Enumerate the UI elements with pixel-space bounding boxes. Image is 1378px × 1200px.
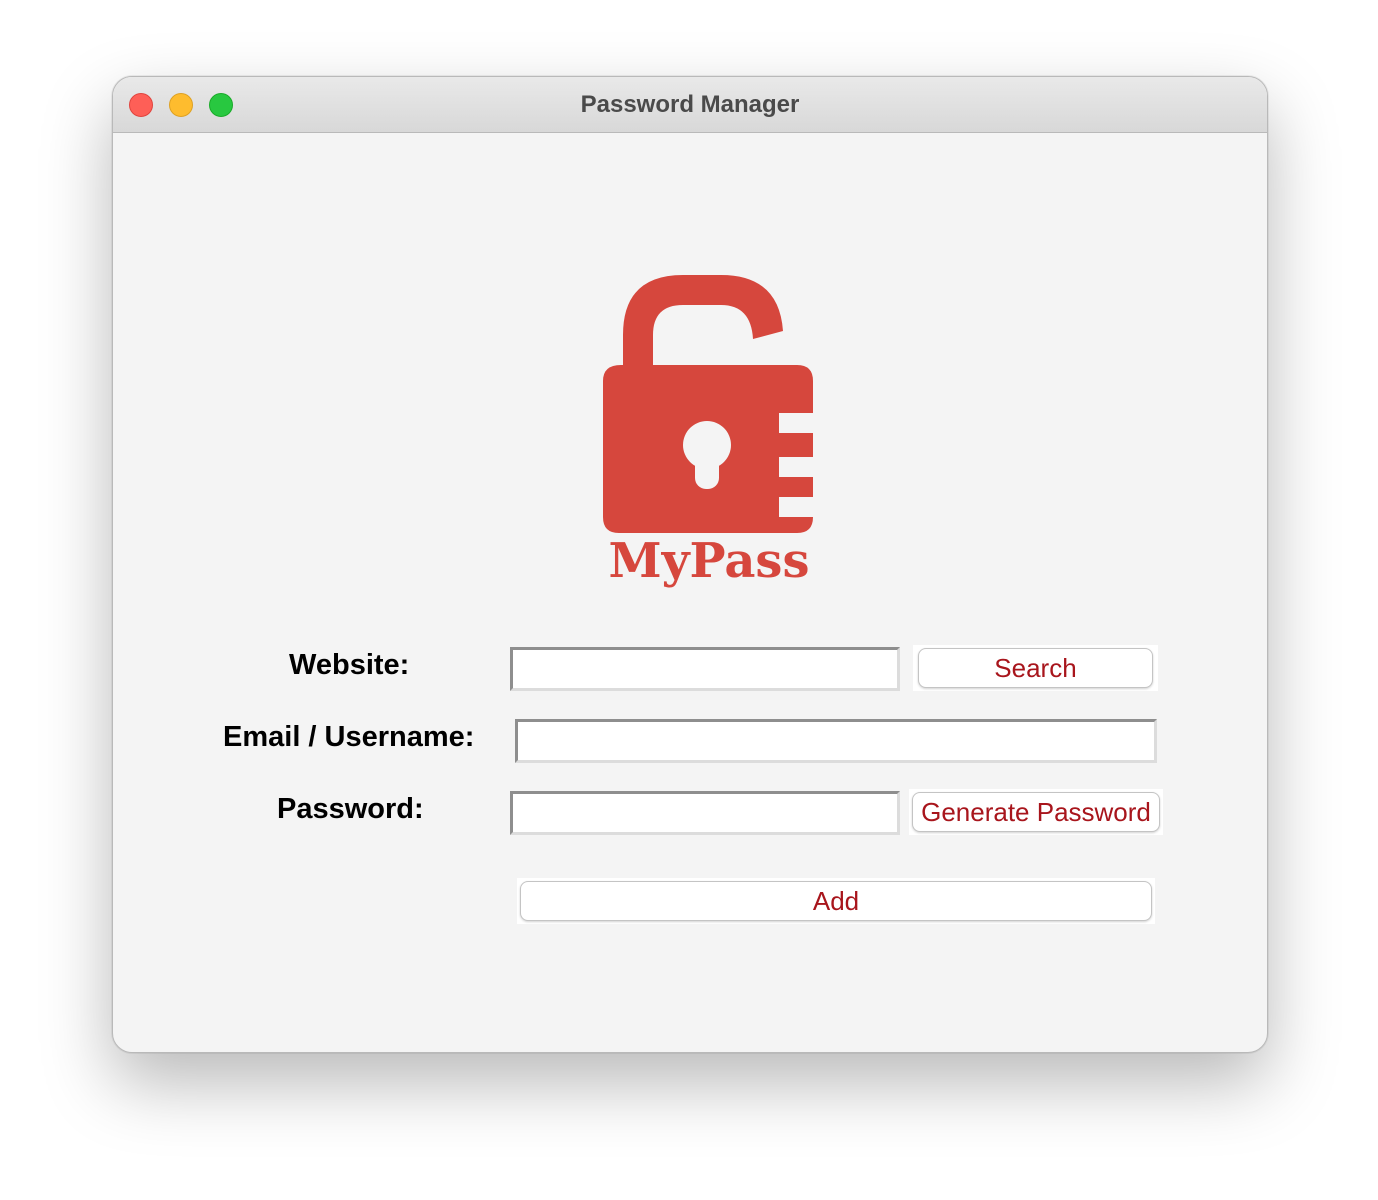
search-button-frame: Search: [913, 645, 1158, 691]
generate-password-button-frame: Generate Password: [909, 789, 1163, 835]
unlocked-padlock-icon: [603, 275, 813, 533]
logo-text: MyPass: [609, 533, 810, 589]
mypass-logo: MyPass: [603, 275, 813, 589]
title-bar[interactable]: Password Manager: [113, 77, 1267, 133]
password-input[interactable]: [510, 791, 900, 835]
generate-password-button[interactable]: Generate Password: [912, 792, 1160, 832]
search-button[interactable]: Search: [918, 648, 1153, 688]
window-title: Password Manager: [580, 91, 800, 118]
email-username-label: Email / Username:: [223, 721, 475, 753]
website-label: Website:: [289, 649, 410, 681]
add-button[interactable]: Add: [520, 881, 1152, 921]
email-username-input[interactable]: [515, 719, 1157, 763]
password-label: Password:: [277, 793, 424, 825]
website-input[interactable]: [510, 647, 900, 691]
app-window: Password Manager MyPass Website: Search …: [112, 76, 1268, 1053]
add-button-frame: Add: [517, 878, 1155, 924]
